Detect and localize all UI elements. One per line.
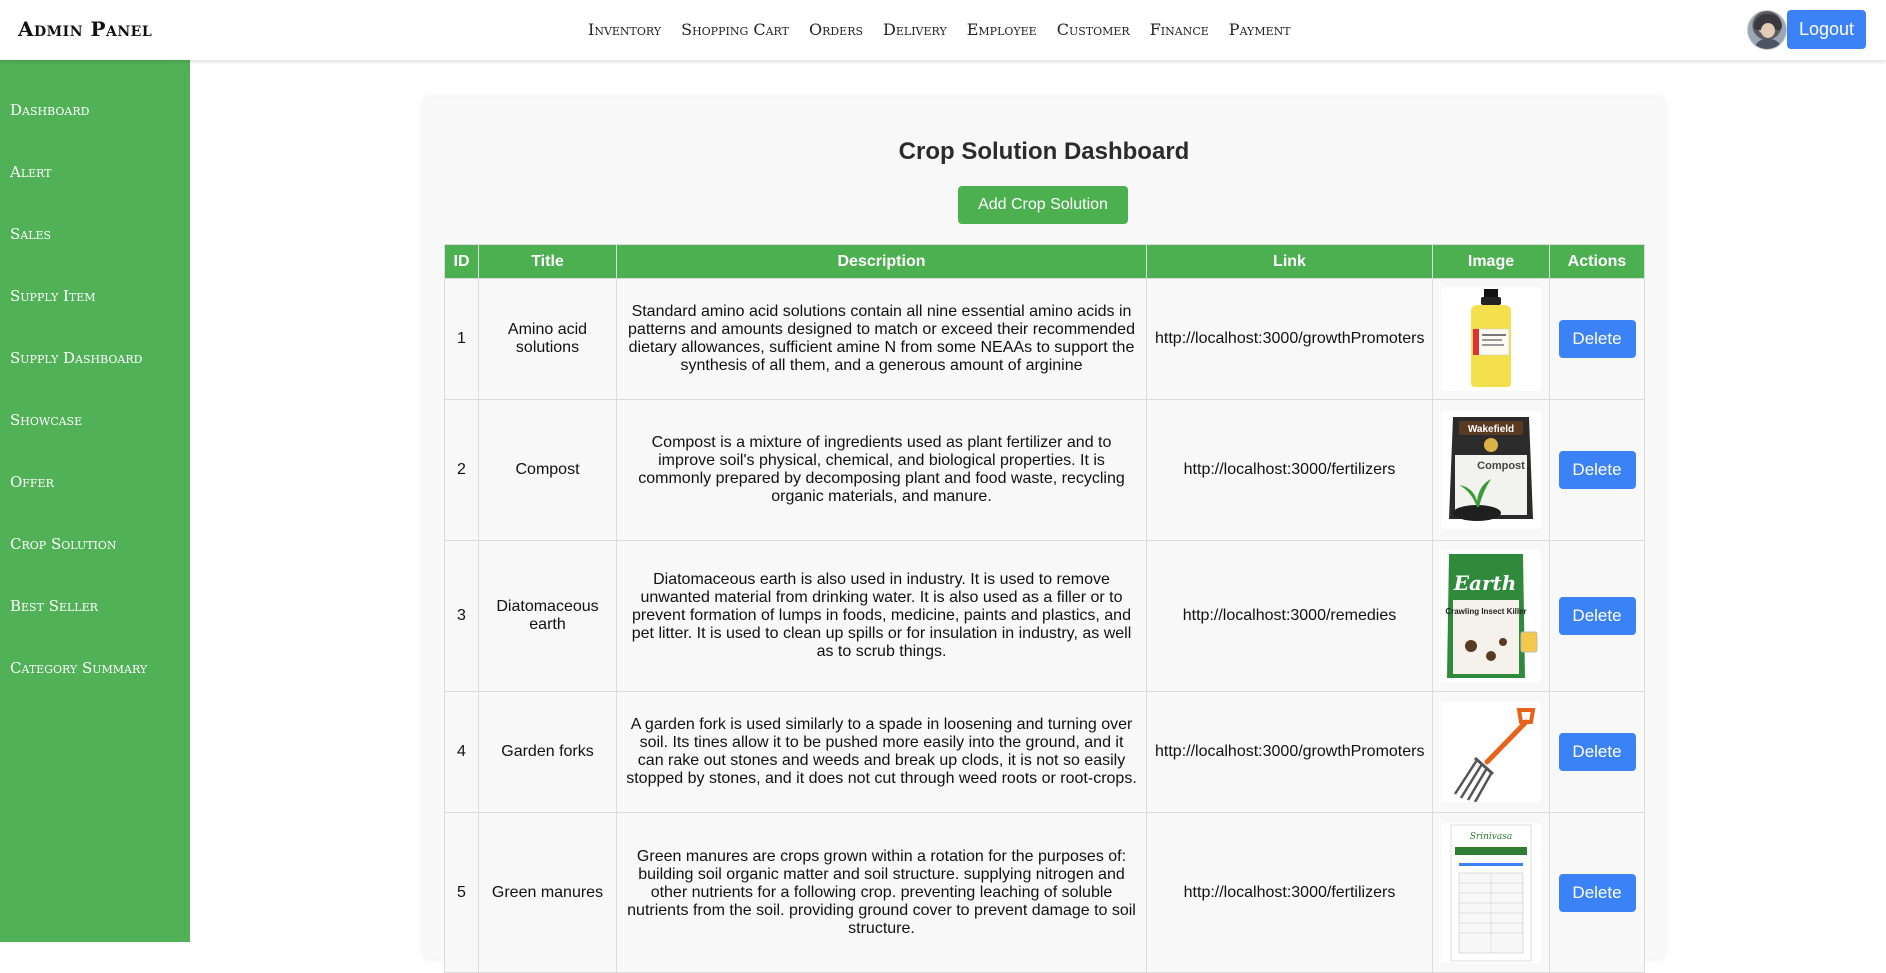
nav-inventory[interactable]: Inventory bbox=[588, 20, 661, 39]
logout-button[interactable]: Logout bbox=[1787, 10, 1866, 49]
garden-fork-image bbox=[1441, 702, 1541, 802]
nav-payment[interactable]: Payment bbox=[1229, 20, 1291, 39]
row-id: 5 bbox=[444, 812, 479, 973]
row-title: Green manures bbox=[478, 812, 617, 973]
column-header-actions: Actions bbox=[1549, 244, 1645, 279]
fork-illustration bbox=[1453, 708, 1536, 802]
row-image-cell: Wakefield Compost bbox=[1432, 399, 1550, 541]
delete-button[interactable]: Delete bbox=[1558, 873, 1636, 912]
sidebar-item-showcase[interactable]: Showcase bbox=[10, 411, 82, 429]
top-nav: Inventory Shopping Cart Orders Delivery … bbox=[588, 20, 1311, 39]
delete-button[interactable]: Delete bbox=[1558, 597, 1636, 635]
brand-title: Admin Panel bbox=[18, 17, 153, 41]
page-title: Crop Solution Dashboard bbox=[898, 138, 1190, 165]
row-image-cell: Earth Crawling Insect Killer bbox=[1432, 540, 1550, 692]
table-header-row: ID Title Description Link Image Actions bbox=[444, 244, 1645, 279]
bottle-illustration bbox=[1471, 289, 1511, 387]
avatar[interactable] bbox=[1747, 10, 1787, 50]
row-actions: Delete bbox=[1549, 812, 1645, 973]
delete-button[interactable]: Delete bbox=[1558, 320, 1636, 358]
row-link[interactable]: http://localhost:3000/fertilizers bbox=[1146, 399, 1433, 541]
row-image-cell bbox=[1432, 278, 1550, 400]
diatomaceous-earth-bag-image: Earth Crawling Insect Killer bbox=[1441, 550, 1541, 682]
compost-bag-image: Wakefield Compost bbox=[1441, 411, 1541, 529]
row-link[interactable]: http://localhost:3000/growthPromoters bbox=[1146, 278, 1433, 400]
sidebar-item-category-summary[interactable]: Category Summary bbox=[10, 659, 147, 677]
column-header-description: Description bbox=[616, 244, 1147, 279]
row-description: Diatomaceous earth is also used in indus… bbox=[616, 540, 1147, 692]
row-link[interactable]: http://localhost:3000/growthPromoters bbox=[1146, 691, 1433, 813]
amino-acid-bottle-image bbox=[1441, 287, 1541, 391]
column-header-id: ID bbox=[444, 244, 479, 279]
row-id: 1 bbox=[444, 278, 479, 400]
row-title: Compost bbox=[478, 399, 617, 541]
row-link[interactable]: http://localhost:3000/remedies bbox=[1146, 540, 1433, 692]
row-title: Garden forks bbox=[478, 691, 617, 813]
avatar-face bbox=[1761, 23, 1775, 38]
nav-shopping-cart[interactable]: Shopping Cart bbox=[681, 20, 789, 39]
row-id: 3 bbox=[444, 540, 479, 692]
row-title: Diatomaceous earth bbox=[478, 540, 617, 692]
sidebar-item-sales[interactable]: Sales bbox=[10, 225, 51, 243]
table-row: 2 Compost Compost is a mixture of ingred… bbox=[444, 399, 1645, 541]
column-header-link: Link bbox=[1146, 244, 1433, 279]
sidebar-item-dashboard[interactable]: Dashboard bbox=[10, 101, 89, 119]
top-navbar: Admin Panel Inventory Shopping Cart Orde… bbox=[0, 0, 1886, 60]
row-description: Compost is a mixture of ingredients used… bbox=[616, 399, 1147, 541]
compost-brand-text: Wakefield bbox=[1468, 424, 1514, 435]
row-id: 2 bbox=[444, 399, 479, 541]
sidebar-item-crop-solution[interactable]: Crop Solution bbox=[10, 535, 117, 553]
nav-delivery[interactable]: Delivery bbox=[883, 20, 947, 39]
avatar-body bbox=[1754, 39, 1782, 49]
sidebar-item-alert[interactable]: Alert bbox=[10, 163, 52, 181]
sidebar: Dashboard Alert Sales Supply Item Supply… bbox=[0, 60, 190, 942]
compost-product-text: Compost bbox=[1477, 460, 1525, 472]
sidebar-item-supply-item[interactable]: Supply Item bbox=[10, 287, 96, 305]
row-id: 4 bbox=[444, 691, 479, 813]
packet-brand-text: Srinivasa bbox=[1470, 832, 1512, 842]
row-link[interactable]: http://localhost:3000/fertilizers bbox=[1146, 812, 1433, 973]
delete-button[interactable]: Delete bbox=[1558, 451, 1636, 489]
earth-product-text: Crawling Insect Killer bbox=[1445, 607, 1526, 616]
table-row: 1 Amino acid solutions Standard amino ac… bbox=[444, 278, 1645, 400]
add-crop-solution-button[interactable]: Add Crop Solution bbox=[958, 186, 1128, 224]
table-row: 3 Diatomaceous earth Diatomaceous earth … bbox=[444, 540, 1645, 692]
column-header-title: Title bbox=[478, 244, 617, 279]
sidebar-item-supply-dashboard[interactable]: Supply Dashboard bbox=[10, 349, 142, 367]
column-header-image: Image bbox=[1432, 244, 1550, 279]
crop-solution-table: ID Title Description Link Image Actions … bbox=[444, 244, 1645, 973]
sidebar-item-best-seller[interactable]: Best Seller bbox=[10, 597, 98, 615]
crop-solution-panel: Crop Solution Dashboard Add Crop Solutio… bbox=[424, 98, 1664, 973]
sidebar-item-offer[interactable]: Offer bbox=[10, 473, 54, 491]
row-actions: Delete bbox=[1549, 278, 1645, 400]
compost-bag-illustration: Wakefield Compost bbox=[1449, 417, 1533, 521]
row-image-cell bbox=[1432, 691, 1550, 813]
row-image-cell: Srinivasa bbox=[1432, 812, 1550, 973]
nav-customer[interactable]: Customer bbox=[1057, 20, 1130, 39]
row-description: Green manures are crops grown within a r… bbox=[616, 812, 1147, 973]
nav-employee[interactable]: Employee bbox=[967, 20, 1037, 39]
row-title: Amino acid solutions bbox=[478, 278, 617, 400]
row-description: Standard amino acid solutions contain al… bbox=[616, 278, 1147, 400]
earth-brand-text: Earth bbox=[1453, 571, 1517, 595]
earth-bag-illustration: Earth Crawling Insect Killer bbox=[1445, 554, 1538, 678]
row-description: A garden fork is used similarly to a spa… bbox=[616, 691, 1147, 813]
row-actions: Delete bbox=[1549, 540, 1645, 692]
nav-orders[interactable]: Orders bbox=[809, 20, 863, 39]
row-actions: Delete bbox=[1549, 399, 1645, 541]
table-row: 5 Green manures Green manures are crops … bbox=[444, 812, 1645, 973]
row-actions: Delete bbox=[1549, 691, 1645, 813]
nav-finance[interactable]: Finance bbox=[1150, 20, 1209, 39]
delete-button[interactable]: Delete bbox=[1558, 733, 1636, 771]
table-row: 4 Garden forks A garden fork is used sim… bbox=[444, 691, 1645, 813]
